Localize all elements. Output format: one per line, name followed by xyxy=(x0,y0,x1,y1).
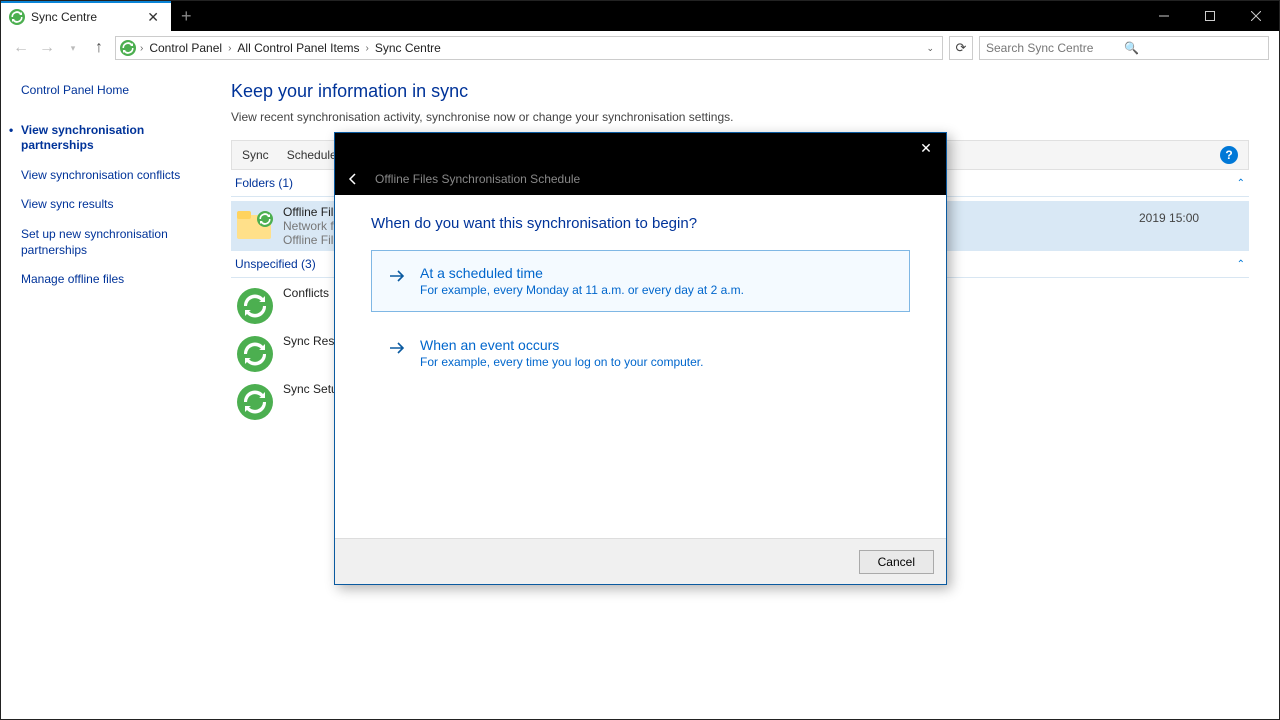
search-placeholder: Search Sync Centre xyxy=(986,41,1124,55)
nav-forward-button[interactable]: → xyxy=(37,38,57,58)
sidebar-item-conflicts[interactable]: View synchronisation conflicts xyxy=(21,168,189,184)
cancel-button[interactable]: Cancel xyxy=(859,550,934,574)
breadcrumb-item[interactable]: All Control Panel Items xyxy=(235,41,361,55)
sidebar-item-results[interactable]: View sync results xyxy=(21,197,189,213)
option-title: When an event occurs xyxy=(420,337,703,353)
sidebar-item-offline[interactable]: Manage offline files xyxy=(21,272,189,288)
control-panel-home-link[interactable]: Control Panel Home xyxy=(21,83,189,99)
maximize-button[interactable] xyxy=(1187,1,1233,31)
folder-sync-icon xyxy=(235,205,275,245)
nav-up-button[interactable]: ↑ xyxy=(89,38,109,58)
option-scheduled-time[interactable]: At a scheduled time For example, every M… xyxy=(371,250,910,312)
schedule-dialog: ✕ Offline Files Synchronisation Schedule… xyxy=(334,132,947,585)
dialog-question: When do you want this synchronisation to… xyxy=(371,215,910,232)
nav-back-button[interactable]: ← xyxy=(11,38,31,58)
collapse-icon[interactable]: ⌃ xyxy=(1237,259,1245,270)
breadcrumb-bar[interactable]: › Control Panel › All Control Panel Item… xyxy=(115,36,943,60)
item-date: 2019 15:00 xyxy=(959,205,1219,231)
help-icon[interactable]: ? xyxy=(1220,146,1238,164)
browser-tab[interactable]: Sync Centre ✕ xyxy=(1,1,171,31)
tab-close-icon[interactable]: ✕ xyxy=(143,9,163,26)
option-desc: For example, every Monday at 11 a.m. or … xyxy=(420,283,744,297)
search-icon: 🔍 xyxy=(1124,41,1262,55)
dialog-close-button[interactable]: ✕ xyxy=(906,133,946,163)
breadcrumb-item[interactable]: Sync Centre xyxy=(373,41,443,55)
arrow-right-icon xyxy=(388,265,406,297)
dialog-subtitle: Offline Files Synchronisation Schedule xyxy=(375,172,580,186)
close-window-button[interactable] xyxy=(1233,1,1279,31)
page-description: View recent synchronisation activity, sy… xyxy=(231,110,1249,124)
sidebar-item-setup[interactable]: Set up new synchronisation partnerships xyxy=(21,227,189,258)
sidebar-item-partnerships[interactable]: View synchronisation partnerships xyxy=(21,123,189,154)
tab-title: Sync Centre xyxy=(31,10,137,24)
option-event-occurs[interactable]: When an event occurs For example, every … xyxy=(371,322,910,384)
refresh-button[interactable]: ⟳ xyxy=(949,36,973,60)
item-name: Conflicts xyxy=(283,286,329,300)
breadcrumb-dropdown[interactable]: ⌄ xyxy=(922,43,938,54)
toolbar-schedule[interactable]: Schedule xyxy=(287,148,337,162)
page-title: Keep your information in sync xyxy=(231,81,1249,102)
breadcrumb-item[interactable]: Control Panel xyxy=(147,41,224,55)
sync-icon xyxy=(235,334,275,374)
nav-recent-dropdown[interactable]: ▾ xyxy=(63,38,83,58)
new-tab-button[interactable]: + xyxy=(171,1,202,31)
toolbar-sync[interactable]: Sync xyxy=(242,148,269,162)
option-title: At a scheduled time xyxy=(420,265,744,281)
sync-icon xyxy=(9,9,25,25)
sync-icon xyxy=(235,286,275,326)
dialog-back-button[interactable] xyxy=(345,171,361,187)
arrow-right-icon xyxy=(388,337,406,369)
search-input[interactable]: Search Sync Centre 🔍 xyxy=(979,36,1269,60)
option-desc: For example, every time you log on to yo… xyxy=(420,355,703,369)
sync-icon xyxy=(235,382,275,422)
minimize-button[interactable] xyxy=(1141,1,1187,31)
collapse-icon[interactable]: ⌃ xyxy=(1237,178,1245,189)
sync-icon xyxy=(120,40,136,56)
